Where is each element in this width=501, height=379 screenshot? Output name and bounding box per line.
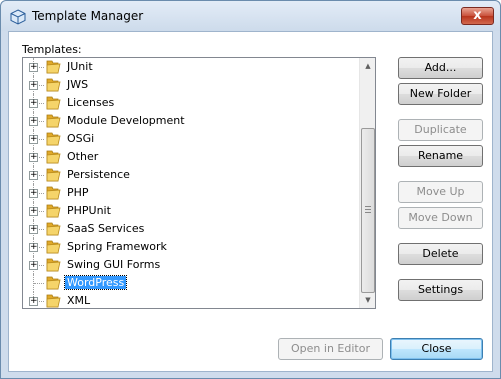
folder-icon — [45, 239, 61, 255]
rename-button[interactable]: Rename — [398, 145, 483, 167]
folder-icon — [45, 293, 61, 308]
expand-plus-icon[interactable]: + — [29, 297, 38, 306]
expand-plus-icon[interactable]: + — [29, 189, 38, 198]
folder-icon — [45, 185, 61, 201]
expand-plus-icon[interactable]: + — [29, 207, 38, 216]
tree-item-label[interactable]: Licenses — [65, 96, 116, 109]
tree-item-label[interactable]: Other — [65, 150, 100, 163]
tree-item[interactable]: + PHPUnit — [23, 202, 359, 220]
tree-item[interactable]: + Persistence — [23, 166, 359, 184]
duplicate-button[interactable]: Duplicate — [398, 119, 483, 141]
open-in-editor-button[interactable]: Open in Editor — [278, 338, 383, 360]
title-bar[interactable]: Template Manager x — [1, 1, 500, 31]
tree-item[interactable]: + PHP — [23, 184, 359, 202]
tree-item-label[interactable]: JWS — [65, 78, 90, 91]
tree-rows: + JUnit + JWS + Licenses + Module Development + O… — [23, 58, 359, 308]
tree-item-label[interactable]: Module Development — [65, 114, 187, 127]
window-title: Template Manager — [32, 9, 144, 23]
close-icon: x — [473, 8, 482, 23]
expand-plus-icon[interactable]: + — [29, 81, 38, 90]
folder-icon — [45, 59, 61, 75]
expand-plus-icon[interactable]: + — [29, 261, 38, 270]
tree-item[interactable]: + OSGi — [23, 130, 359, 148]
folder-icon — [45, 257, 61, 273]
folder-icon — [45, 95, 61, 111]
tree-item[interactable]: + Licenses — [23, 94, 359, 112]
netbeans-cube-icon — [10, 9, 26, 25]
tree-item-label[interactable]: XML — [65, 294, 92, 307]
tree-branch-line — [34, 283, 44, 284]
expand-plus-icon[interactable]: + — [29, 63, 38, 72]
delete-button[interactable]: Delete — [398, 243, 483, 265]
tree-item[interactable]: + Spring Framework — [23, 238, 359, 256]
expand-plus-icon[interactable]: + — [29, 225, 38, 234]
folder-icon — [45, 275, 61, 291]
tree-item[interactable]: + SaaS Services — [23, 220, 359, 238]
folder-icon — [45, 167, 61, 183]
settings-button[interactable]: Settings — [398, 279, 483, 301]
dialog-body: Templates: + JUnit + JWS + Licenses + Module De… — [8, 31, 493, 372]
tree-scrollbar[interactable]: ▲ ▼ — [359, 58, 375, 308]
folder-icon — [45, 221, 61, 237]
tree-item-label[interactable]: Persistence — [65, 168, 132, 181]
folder-icon — [45, 77, 61, 93]
tree-item[interactable]: + Other — [23, 148, 359, 166]
expand-plus-icon[interactable]: + — [29, 243, 38, 252]
tree-item-label[interactable]: PHP — [65, 186, 91, 199]
expand-plus-icon[interactable]: + — [29, 171, 38, 180]
tree-item[interactable]: WordPress — [23, 274, 359, 292]
close-button[interactable]: Close — [390, 338, 483, 360]
tree-item-label[interactable]: PHPUnit — [65, 204, 113, 217]
expand-plus-icon[interactable]: + — [29, 135, 38, 144]
move-up-button[interactable]: Move Up — [398, 181, 483, 203]
tree-item-label[interactable]: Spring Framework — [65, 240, 169, 253]
scroll-up-arrow-icon[interactable]: ▲ — [360, 58, 375, 74]
expand-plus-icon[interactable]: + — [29, 99, 38, 108]
move-down-button[interactable]: Move Down — [398, 207, 483, 229]
tree-item[interactable]: + JWS — [23, 76, 359, 94]
close-window-button[interactable]: x — [461, 7, 494, 25]
add-button[interactable]: Add... — [398, 57, 483, 79]
scroll-down-arrow-icon[interactable]: ▼ — [360, 292, 375, 308]
tree-item[interactable]: + Swing GUI Forms — [23, 256, 359, 274]
tree-item[interactable]: + JUnit — [23, 58, 359, 76]
scroll-thumb[interactable] — [361, 128, 375, 293]
folder-icon — [45, 113, 61, 129]
expand-plus-icon[interactable]: + — [29, 117, 38, 126]
tree-item-label[interactable]: WordPress — [63, 275, 128, 290]
tree-item-label[interactable]: JUnit — [65, 60, 95, 73]
folder-icon — [45, 131, 61, 147]
tree-item-label[interactable]: SaaS Services — [65, 222, 146, 235]
expand-plus-icon[interactable]: + — [29, 153, 38, 162]
new-folder-button[interactable]: New Folder — [398, 83, 483, 105]
folder-icon — [45, 203, 61, 219]
template-manager-window: Template Manager x Templates: + JUnit + JWS… — [0, 0, 501, 379]
templates-tree[interactable]: + JUnit + JWS + Licenses + Module Development + O… — [22, 57, 376, 309]
tree-item-label[interactable]: Swing GUI Forms — [65, 258, 162, 271]
grip-icon — [365, 206, 371, 213]
templates-label: Templates: — [22, 43, 82, 56]
tree-item[interactable]: + Module Development — [23, 112, 359, 130]
tree-item-label[interactable]: OSGi — [65, 132, 96, 145]
folder-icon — [45, 149, 61, 165]
tree-item[interactable]: + XML — [23, 292, 359, 308]
